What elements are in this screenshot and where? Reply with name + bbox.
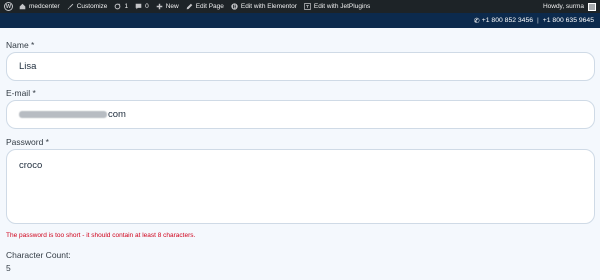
pencil-icon <box>186 3 193 10</box>
phone-number-1[interactable]: +1 800 852 3456 <box>482 17 533 24</box>
email-label: E-mail * <box>6 88 36 98</box>
phone-number-2[interactable]: +1 800 635 9645 <box>543 17 594 24</box>
redacted-email-blur <box>19 111 107 118</box>
jet-icon <box>303 3 311 10</box>
password-value: croco <box>19 160 43 171</box>
password-label: Password * <box>6 137 49 147</box>
edit-page-label: Edit Page <box>195 3 224 10</box>
edit-elementor-link[interactable]: Edit with Elementor <box>231 0 297 13</box>
comment-icon <box>135 3 142 10</box>
refresh-icon <box>115 3 121 10</box>
phone-icon: ✆ <box>473 17 480 25</box>
edit-jetplugins-link[interactable]: Edit with JetPlugins <box>303 0 371 13</box>
comments-link[interactable]: 0 <box>135 0 149 13</box>
name-value: Lisa <box>19 61 37 72</box>
edit-elementor-label: Edit with Elementor <box>240 3 297 10</box>
account-menu[interactable]: Howdy, surma <box>542 2 596 11</box>
new-content-link[interactable]: New <box>156 0 179 13</box>
avatar <box>588 2 596 11</box>
new-label: New <box>165 3 179 10</box>
edit-page-link[interactable]: Edit Page <box>186 0 224 13</box>
contact-strip: ✆ +1 800 852 3456 | +1 800 635 9645 <box>0 13 600 28</box>
character-count-label: Character Count: <box>6 250 71 260</box>
admin-bar: W medcenter Customize 1 0 New Edit Page … <box>0 0 600 13</box>
email-input[interactable]: com <box>6 100 595 129</box>
brush-icon <box>67 3 74 10</box>
edit-jetplugins-label: Edit with JetPlugins <box>313 3 371 10</box>
elementor-icon <box>231 3 238 10</box>
home-icon <box>19 3 26 10</box>
site-name-label: medcenter <box>29 3 60 10</box>
howdy-label: Howdy, surma <box>542 3 584 10</box>
updates-count: 1 <box>124 3 129 10</box>
character-count-value: 5 <box>6 263 11 273</box>
updates-link[interactable]: 1 <box>114 0 128 13</box>
name-input[interactable]: Lisa <box>6 52 595 81</box>
email-value: com <box>108 109 126 120</box>
password-field[interactable]: croco <box>6 149 595 224</box>
wordpress-logo-icon[interactable]: W <box>4 2 13 11</box>
phone-separator: | <box>537 17 539 24</box>
customize-label: Customize <box>76 3 108 10</box>
comments-count: 0 <box>145 3 149 10</box>
password-error-message: The password is too short - it should co… <box>6 232 196 239</box>
plus-icon <box>156 3 162 10</box>
name-label: Name * <box>6 40 35 50</box>
site-name-link[interactable]: medcenter <box>19 0 60 13</box>
customize-link[interactable]: Customize <box>67 0 108 13</box>
